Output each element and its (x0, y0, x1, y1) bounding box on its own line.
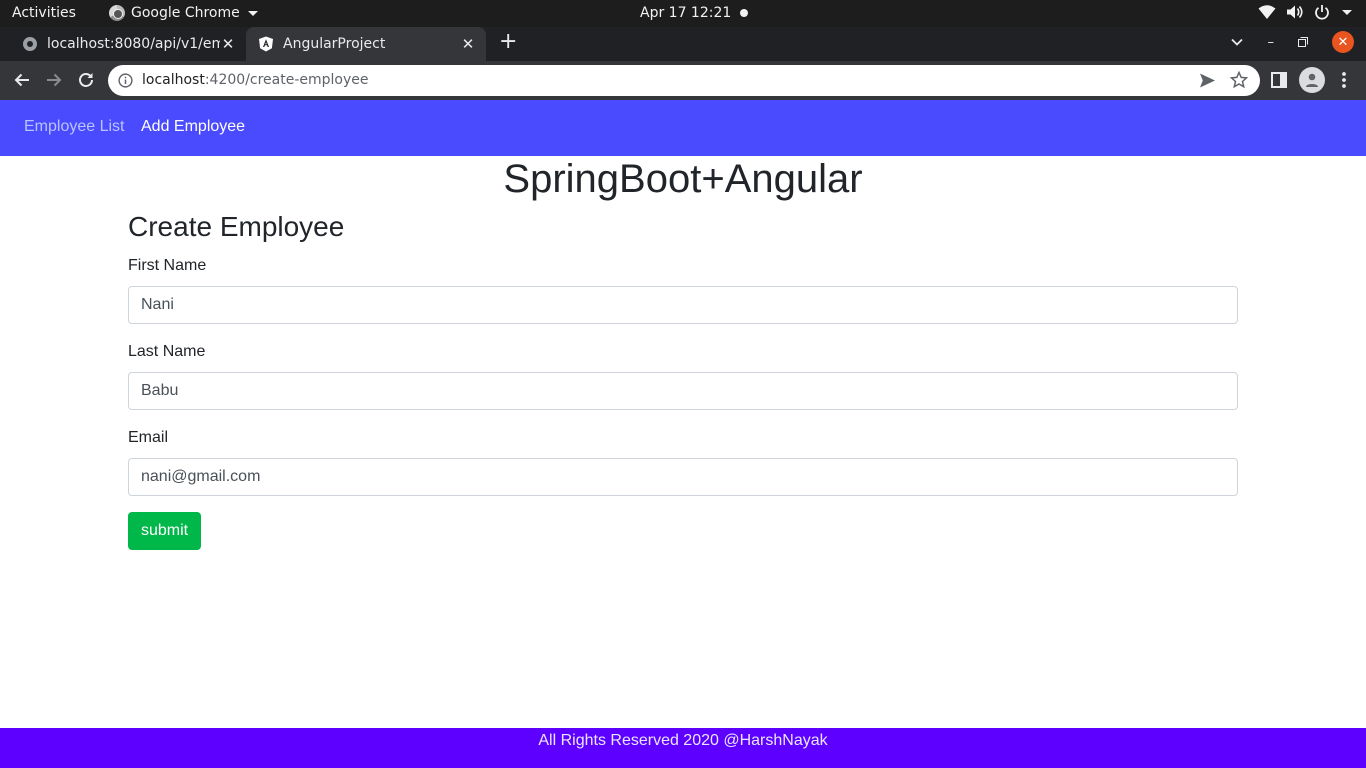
last-name-input[interactable]: Babu (128, 372, 1238, 410)
chevron-down-icon (1342, 9, 1352, 15)
chrome-icon (109, 5, 125, 21)
tab-close-icon[interactable]: ✕ (460, 35, 476, 53)
clock[interactable]: Apr 17 12:21 (640, 5, 731, 21)
new-tab-button[interactable]: + (499, 29, 517, 54)
info-icon[interactable] (118, 73, 133, 88)
url-text: localhost:4200/create-employee (142, 72, 369, 88)
url-host: localhost (142, 72, 205, 88)
system-top-bar: Activities Google Chrome Apr 17 12:21 (0, 0, 1366, 27)
first-name-input[interactable]: Nani (128, 286, 1238, 324)
volume-icon (1287, 5, 1303, 19)
app-navbar: Employee List Add Employee (0, 100, 1366, 156)
tab-title: localhost:8080/api/v1/em (47, 36, 220, 52)
back-icon[interactable] (10, 68, 34, 92)
email-label: Email (128, 429, 169, 446)
side-panel-icon[interactable] (1271, 68, 1287, 92)
minimize-icon[interactable]: – (1268, 35, 1275, 50)
profile-avatar-icon[interactable] (1299, 67, 1325, 93)
notification-dot-icon (740, 9, 748, 17)
tab-search-chevron-icon[interactable] (1230, 35, 1244, 49)
tab-strip: localhost:8080/api/v1/em ✕ AngularProjec… (0, 27, 1366, 61)
bookmark-star-icon[interactable] (1230, 71, 1248, 89)
forward-icon[interactable] (42, 68, 66, 92)
address-bar[interactable]: localhost:4200/create-employee (108, 65, 1260, 96)
form-title: Create Employee (128, 211, 345, 242)
angular-icon (259, 36, 273, 52)
last-name-label: Last Name (128, 343, 206, 360)
submit-button[interactable]: submit (128, 512, 201, 550)
power-icon (1315, 5, 1329, 20)
nav-link-add-employee[interactable]: Add Employee (141, 118, 245, 136)
app-menu-label: Google Chrome (131, 5, 240, 21)
url-path: :4200/create-employee (204, 72, 369, 88)
browser-toolbar: localhost:4200/create-employee (0, 61, 1366, 100)
globe-icon (23, 37, 37, 51)
window-controls: – ✕ (1230, 31, 1354, 53)
reload-icon[interactable] (74, 68, 98, 92)
footer: All Rights Reserved 2020 @HarshNayak (0, 728, 1366, 768)
tab-close-icon[interactable]: ✕ (220, 35, 236, 53)
more-options-icon[interactable] (1337, 68, 1351, 92)
tab-angular-project[interactable]: AngularProject ✕ (246, 27, 486, 61)
send-icon[interactable] (1199, 72, 1216, 89)
app-menu[interactable]: Google Chrome (109, 5, 258, 21)
system-status-menu[interactable] (1258, 4, 1352, 20)
nav-link-employee-list[interactable]: Employee List (24, 118, 125, 136)
caret-down-icon (247, 10, 258, 16)
activities-button[interactable]: Activities (12, 5, 76, 21)
page-heading: SpringBoot+Angular (503, 157, 863, 201)
email-input[interactable]: nani@gmail.com (128, 458, 1238, 496)
tab-api[interactable]: localhost:8080/api/v1/em ✕ (10, 27, 246, 61)
close-window-icon[interactable]: ✕ (1332, 31, 1354, 53)
wifi-icon (1258, 5, 1276, 19)
first-name-label: First Name (128, 257, 207, 274)
tab-title: AngularProject (283, 36, 386, 52)
restore-icon[interactable] (1298, 37, 1308, 47)
